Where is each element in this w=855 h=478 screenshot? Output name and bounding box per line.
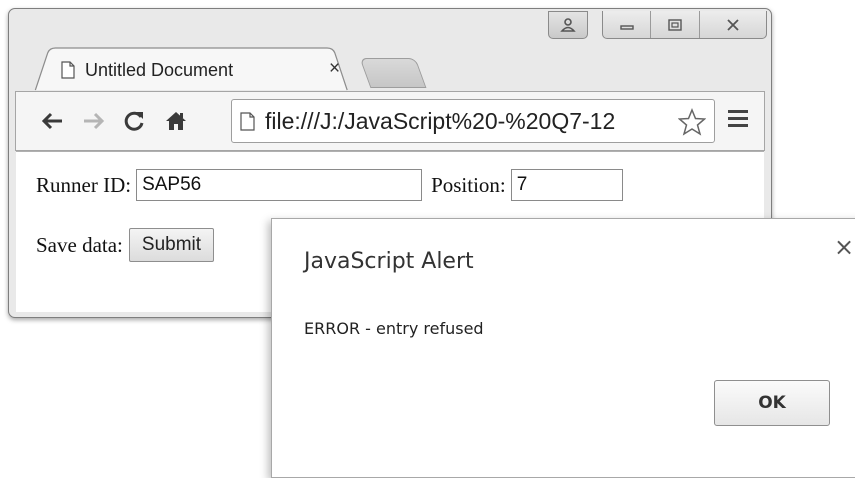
user-icon [560,18,576,32]
reload-button[interactable] [120,106,148,136]
minimize-icon [619,24,634,30]
save-row: Save data: Submit [36,228,215,262]
page-icon [61,61,75,79]
save-data-label: Save data: [36,232,123,257]
position-input[interactable]: 7 [510,169,623,201]
user-icon[interactable] [548,11,588,39]
runner-row: Runner ID: SAP56 Position: 7 [36,169,623,201]
submit-button[interactable]: Submit [128,228,215,262]
close-window-button[interactable] [700,11,766,38]
home-button[interactable] [162,106,190,136]
window-controls [602,11,767,39]
runner-id-label: Runner ID: [36,172,132,197]
back-button[interactable] [38,106,66,136]
ok-button[interactable]: OK [714,380,830,426]
url-text[interactable]: file:///J:/JavaScript%20-%20Q7-12 [265,108,665,135]
alert-close-icon[interactable]: × [834,233,854,261]
alert-message: ERROR - entry refused [304,319,484,338]
minimize-button[interactable] [603,11,652,38]
star-icon[interactable] [678,108,706,136]
reload-icon [124,111,144,131]
tab-close-icon[interactable]: × [329,58,340,80]
maximize-icon [668,18,682,31]
home-icon [166,112,186,130]
tab-title: Untitled Document [85,60,234,80]
back-arrow-icon [41,112,62,130]
page-icon [240,112,255,131]
browser-toolbar: file:///J:/JavaScript%20-%20Q7-12 [15,91,765,151]
address-bar[interactable]: file:///J:/JavaScript%20-%20Q7-12 [231,99,715,143]
hamburger-menu-icon[interactable] [728,110,748,130]
new-tab-button[interactable] [359,58,427,88]
runner-id-input[interactable]: SAP56 [136,169,423,201]
forward-button[interactable] [80,106,108,136]
maximize-button[interactable] [651,11,700,38]
alert-title: JavaScript Alert [304,249,474,274]
forward-arrow-icon [84,112,105,130]
javascript-alert-dialog: JavaScript Alert × ERROR - entry refused… [271,218,855,478]
position-label: Position: [431,172,506,197]
close-window-icon [727,18,739,31]
